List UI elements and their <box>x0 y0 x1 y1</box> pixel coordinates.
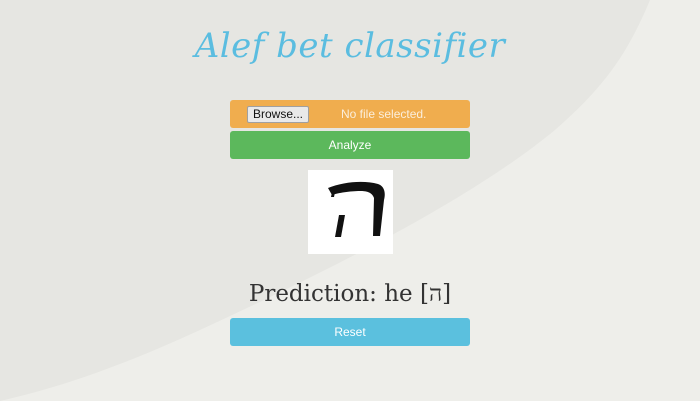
letter-preview-image <box>308 170 393 254</box>
prediction-value: he [ה] <box>384 281 452 307</box>
prediction-label: Prediction: <box>248 281 377 307</box>
page-title: Alef bet classifier <box>194 26 506 66</box>
file-status-text: No file selected. <box>341 107 427 121</box>
browse-button[interactable]: Browse... <box>247 106 310 123</box>
prediction-result: Prediction: he [ה] <box>0 281 700 307</box>
reset-button[interactable]: Reset <box>230 318 470 346</box>
file-input[interactable]: Browse... No file selected. <box>230 100 470 128</box>
analyze-button[interactable]: Analyze <box>230 131 470 159</box>
